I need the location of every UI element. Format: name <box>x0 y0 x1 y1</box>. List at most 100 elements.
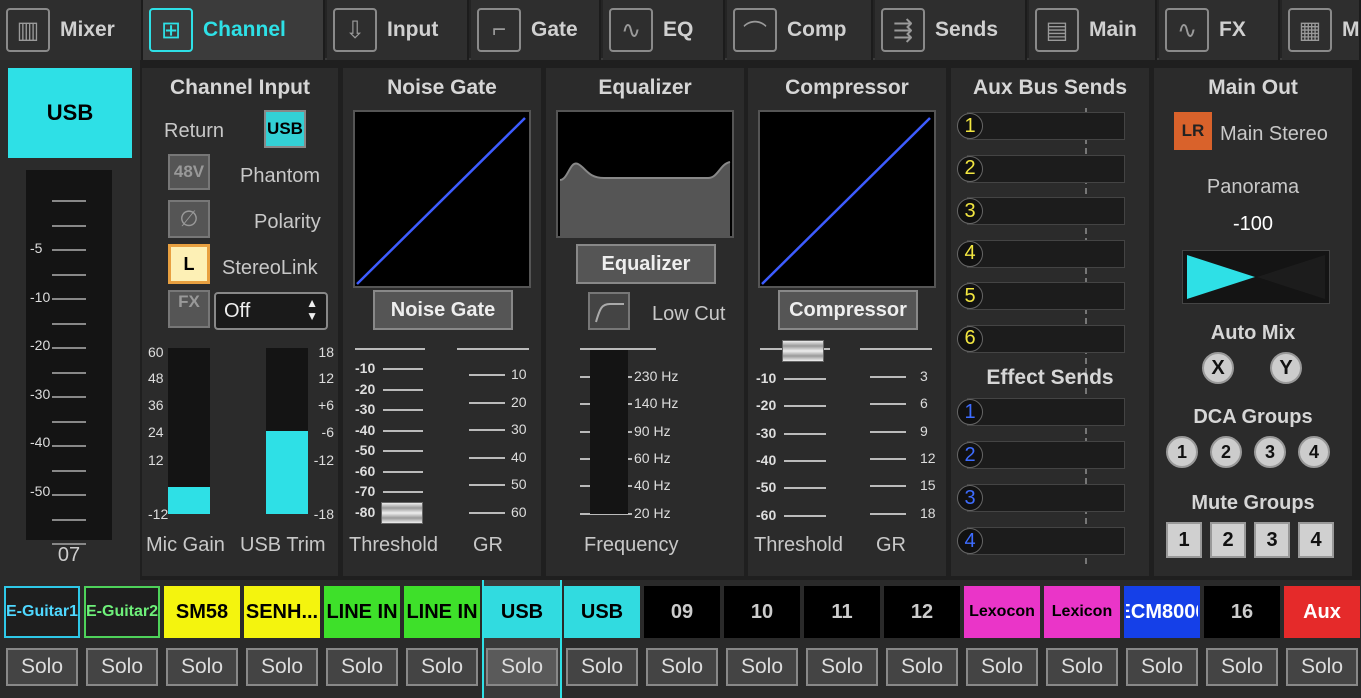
aux-bus-send-2[interactable] <box>967 154 1125 183</box>
tab-comp[interactable]: ⌒ Comp <box>727 0 873 60</box>
tab-main[interactable]: ▤ Main <box>1029 0 1157 60</box>
noise-gate-title: Noise Gate <box>387 76 497 99</box>
solo-button-1[interactable]: Solo <box>6 648 78 686</box>
gate-threshold-handle[interactable] <box>381 502 423 524</box>
tab-fx[interactable]: ∿ FX <box>1159 0 1280 60</box>
tab-channel[interactable]: ⊞ Channel <box>143 0 325 60</box>
gate-gr-scale-label: 60 <box>511 503 527 520</box>
tab-label: Sends <box>935 18 999 41</box>
tab-label: FX <box>1219 18 1246 41</box>
channel-button-3[interactable]: SM58 <box>164 586 240 638</box>
aux-bus-send-3[interactable] <box>967 197 1125 225</box>
mute-group-1-button[interactable]: 1 <box>1166 522 1202 558</box>
tab-mixer[interactable]: ▥ Mixer <box>0 0 143 60</box>
comp-gr-tick <box>870 485 906 488</box>
fx-insert-button[interactable]: FX <box>168 290 210 328</box>
solo-button-17[interactable]: Solo <box>1286 648 1358 686</box>
frequency-slider[interactable] <box>590 350 628 514</box>
channel-button-13[interactable]: Lexocon <box>964 586 1040 638</box>
gate-tick <box>383 388 423 391</box>
panorama-slider[interactable] <box>1182 250 1330 304</box>
channel-button-8[interactable]: USB <box>564 586 640 638</box>
fader-scale-label: -10 <box>30 289 51 305</box>
solo-button-4[interactable]: Solo <box>246 648 318 686</box>
stereolink-button[interactable]: L <box>168 244 210 284</box>
channel-button-2[interactable]: E-Guitar2 <box>84 586 160 638</box>
dca-group-1-button[interactable]: 1 <box>1166 436 1198 468</box>
aux-bus-send-6[interactable] <box>967 324 1125 353</box>
solo-button-10[interactable]: Solo <box>726 648 798 686</box>
low-cut-button[interactable] <box>588 292 630 330</box>
mute-group-3-button[interactable]: 3 <box>1254 522 1290 558</box>
gate-graph[interactable] <box>353 110 531 288</box>
phantom-48v-button[interactable]: 48V <box>168 154 210 190</box>
solo-button-8[interactable]: Solo <box>566 648 638 686</box>
noise-gate-button[interactable]: Noise Gate <box>373 290 513 330</box>
dca-group-3-button[interactable]: 3 <box>1254 436 1286 468</box>
solo-button-14[interactable]: Solo <box>1046 648 1118 686</box>
aux-bus-send-4[interactable] <box>967 239 1125 268</box>
return-usb-button[interactable]: USB <box>264 110 306 148</box>
channel-button-9[interactable]: 09 <box>644 586 720 638</box>
channel-button-4[interactable]: SENH... <box>244 586 320 638</box>
compressor-button[interactable]: Compressor <box>778 290 918 330</box>
fx-icon-glyph: ∿ <box>1176 16 1198 44</box>
aux-bus-send-5[interactable] <box>967 282 1125 310</box>
comp-threshold-scale-label: -10 <box>756 370 777 386</box>
channel-button-5[interactable]: LINE IN <box>324 586 400 638</box>
mic-gain-slider[interactable] <box>168 348 210 514</box>
polarity-button[interactable]: ∅ <box>168 200 210 238</box>
lr-badge[interactable]: LR <box>1174 112 1212 150</box>
automix-y-button[interactable]: Y <box>1270 352 1302 384</box>
tab-gate[interactable]: ⌐ Gate <box>471 0 601 60</box>
channel-button-17[interactable]: Aux <box>1284 586 1360 638</box>
dca-group-4-button[interactable]: 4 <box>1298 436 1330 468</box>
aux-bus-send-1[interactable] <box>967 112 1125 140</box>
channel-button-6[interactable]: LINE IN <box>404 586 480 638</box>
automix-x-button[interactable]: X <box>1202 352 1234 384</box>
solo-button-13[interactable]: Solo <box>966 648 1038 686</box>
comp-threshold-handle[interactable] <box>782 340 824 362</box>
insert-select-value: Off <box>224 300 251 322</box>
tab-m[interactable]: ▦ M <box>1282 0 1361 60</box>
dca-group-2-button[interactable]: 2 <box>1210 436 1242 468</box>
insert-select[interactable]: Off ▲ ▼ <box>214 292 328 330</box>
usb-trim-slider[interactable] <box>266 348 308 514</box>
channel-button-12[interactable]: 12 <box>884 586 960 638</box>
solo-button-9[interactable]: Solo <box>646 648 718 686</box>
channel-button-7[interactable]: USB <box>484 586 560 638</box>
aux-bus-number: 6 <box>957 325 983 352</box>
eq-graph[interactable] <box>556 110 734 238</box>
solo-button-5[interactable]: Solo <box>326 648 398 686</box>
effect-send-3[interactable] <box>967 484 1125 512</box>
solo-button-2[interactable]: Solo <box>86 648 158 686</box>
channel-number: 07 <box>57 544 81 566</box>
channel-name-display[interactable]: USB <box>8 68 132 158</box>
channel-button-16[interactable]: 16 <box>1204 586 1280 638</box>
channel-button-10[interactable]: 10 <box>724 586 800 638</box>
mute-group-4-button[interactable]: 4 <box>1298 522 1334 558</box>
equalizer-button[interactable]: Equalizer <box>576 244 716 284</box>
solo-button-11[interactable]: Solo <box>806 648 878 686</box>
solo-button-12[interactable]: Solo <box>886 648 958 686</box>
gate-threshold-scale-label: -60 <box>355 462 376 479</box>
channel-button-1[interactable]: E-Guitar1 <box>4 586 80 638</box>
effect-send-4[interactable] <box>967 527 1125 555</box>
solo-button-7[interactable]: Solo <box>486 648 558 686</box>
channel-button-11[interactable]: 11 <box>804 586 880 638</box>
channel-button-14[interactable]: Lexicon <box>1044 586 1120 638</box>
solo-button-3[interactable]: Solo <box>166 648 238 686</box>
channel-button-15[interactable]: ECM8000 <box>1124 586 1200 638</box>
effect-send-2[interactable] <box>967 441 1125 469</box>
solo-button-6[interactable]: Solo <box>406 648 478 686</box>
solo-button-16[interactable]: Solo <box>1206 648 1278 686</box>
mute-group-2-button[interactable]: 2 <box>1210 522 1246 558</box>
fader-scale-label: -40 <box>30 434 51 450</box>
tab-eq[interactable]: ∿ EQ <box>603 0 725 60</box>
effect-send-1[interactable] <box>967 398 1125 426</box>
solo-button-15[interactable]: Solo <box>1126 648 1198 686</box>
tab-sends[interactable]: ⇶ Sends <box>875 0 1027 60</box>
fader-scale-label: -30 <box>30 386 51 402</box>
tab-input[interactable]: ⇩ Input <box>327 0 469 60</box>
compressor-graph[interactable] <box>758 110 936 288</box>
